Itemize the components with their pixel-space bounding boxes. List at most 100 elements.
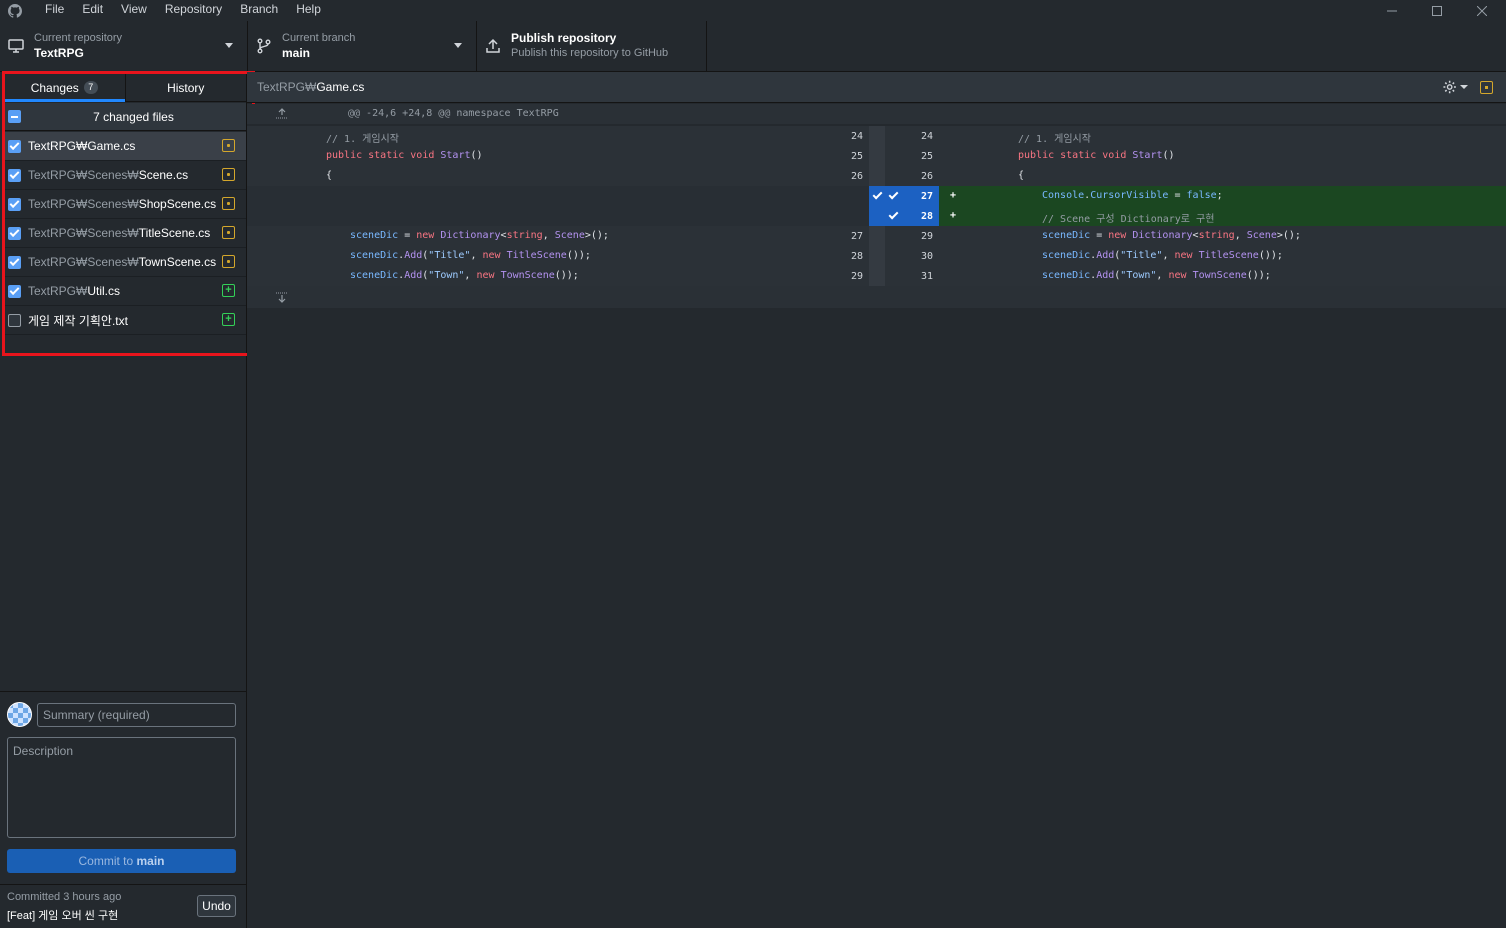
menu-bar: File Edit View Repository Branch Help — [0, 0, 1506, 21]
file-row[interactable]: TextRPG₩Scenes₩TownScene.cs — [4, 248, 246, 277]
code-token: new — [482, 250, 507, 261]
minimize-button[interactable] — [1369, 0, 1415, 21]
code-token: , — [1156, 270, 1169, 281]
code-token: ()); — [1258, 250, 1283, 261]
diff-file-dir: TextRPG₩ — [257, 80, 317, 94]
select-all-checkbox[interactable] — [8, 110, 21, 123]
line-select-strip[interactable] — [869, 146, 885, 166]
diff-line[interactable]: sceneDic.Add("Town", new TownScene()); 29… — [247, 266, 1506, 286]
code-token: TitleScene — [1198, 250, 1259, 261]
file-row[interactable]: TextRPG₩Scenes₩TitleScene.cs — [4, 219, 246, 248]
code-token: = — [1090, 230, 1109, 241]
code-token: "Title" — [428, 250, 471, 261]
undo-button[interactable]: Undo — [197, 895, 236, 917]
menu-repository[interactable]: Repository — [156, 0, 231, 21]
last-commit-message: [Feat] 게임 오버 씬 구현 — [7, 910, 119, 922]
code-token: // Scene 구성 Dictionary로 구현 — [1042, 214, 1215, 225]
menu-edit[interactable]: Edit — [73, 0, 112, 21]
file-checkbox[interactable] — [8, 168, 21, 182]
code-token: public static void — [1018, 150, 1133, 161]
file-row[interactable]: TextRPG₩Scenes₩Scene.cs — [4, 161, 246, 190]
menu-branch[interactable]: Branch — [231, 0, 287, 21]
line-select-strip[interactable] — [869, 166, 885, 186]
branch-label: Current branch — [282, 32, 356, 44]
chevron-down-icon — [225, 43, 233, 48]
code-token: sceneDic — [1042, 270, 1091, 281]
hunk-header: @@ -24,6 +24,8 @@ namespace TextRPG — [247, 104, 1506, 124]
menu-file[interactable]: File — [36, 0, 73, 21]
code-token: new — [1174, 250, 1199, 261]
code-token: Start — [1132, 150, 1163, 161]
code-token: string — [1198, 230, 1235, 241]
file-row[interactable]: TextRPG₩Game.cs — [4, 132, 246, 161]
file-checkbox[interactable] — [8, 313, 21, 327]
file-path: TextRPG₩Scenes₩Scene.cs — [28, 168, 188, 182]
line-select-strip[interactable] — [869, 246, 885, 266]
code-token: sceneDic — [350, 270, 399, 281]
code-token: = — [398, 230, 417, 241]
github-logo-icon — [8, 3, 22, 18]
old-line-number: 29 — [850, 271, 863, 282]
tab-changes[interactable]: Changes 7 — [4, 74, 125, 102]
file-modified-icon — [222, 168, 235, 181]
expand-down-icon[interactable] — [275, 291, 289, 303]
line-select-strip[interactable] — [869, 126, 885, 146]
file-checkbox[interactable] — [8, 284, 21, 298]
line-select-strip[interactable] — [869, 266, 885, 286]
modified-status-icon — [1480, 81, 1493, 94]
code-token: "Title" — [1120, 250, 1163, 261]
file-path: 게임 제작 기획안.txt — [28, 312, 128, 329]
file-checkbox[interactable] — [8, 226, 21, 240]
old-line-number: 25 — [850, 151, 863, 162]
expand-up-icon[interactable] — [275, 108, 289, 120]
publish-repository-button[interactable]: Publish repository Publish this reposito… — [477, 21, 707, 71]
file-checkbox[interactable] — [8, 197, 21, 211]
code-token: new — [1108, 230, 1133, 241]
code-token: CursorVisible — [1090, 190, 1169, 201]
diff-header: TextRPG₩Game.cs — [247, 72, 1506, 103]
diff-line[interactable]: // 1. 게임시작 24 24 // 1. 게임시작 — [247, 126, 1506, 146]
code-token: Scene — [1246, 230, 1277, 241]
current-branch-dropdown[interactable]: Current branch main — [248, 21, 477, 71]
code-token: , — [1162, 250, 1175, 261]
last-commit-panel: Committed 3 hours ago [Feat] 게임 오버 씬 구현 … — [0, 884, 246, 928]
code-token: , — [470, 250, 483, 261]
menu-view[interactable]: View — [112, 0, 156, 21]
code-token: Dictionary — [1132, 230, 1193, 241]
new-line-number: 24 — [920, 131, 933, 142]
summary-input[interactable] — [37, 703, 236, 727]
file-modified-icon — [222, 197, 235, 210]
file-row[interactable]: TextRPG₩Scenes₩ShopScene.cs — [4, 190, 246, 219]
diff-line[interactable]: {26 26 { — [247, 166, 1506, 186]
code-token: Scene — [554, 230, 585, 241]
code-token: sceneDic — [350, 230, 399, 241]
description-input[interactable] — [7, 737, 236, 838]
code-token: { — [1018, 170, 1025, 181]
line-select-strip[interactable] — [869, 226, 885, 246]
file-checkbox[interactable] — [8, 139, 21, 153]
file-row[interactable]: TextRPG₩Util.cs + — [4, 277, 246, 306]
diff-line-added[interactable]: 27 + Console.CursorVisible = false; — [247, 186, 1506, 206]
old-line-gutter — [813, 186, 869, 206]
line-select-strip[interactable] — [869, 206, 885, 226]
file-added-icon: + — [222, 284, 235, 297]
diff-line[interactable]: sceneDic.Add("Title", new TitleScene());… — [247, 246, 1506, 266]
code-token: = — [1168, 190, 1187, 201]
menu-help[interactable]: Help — [287, 0, 330, 21]
file-checkbox[interactable] — [8, 255, 21, 269]
commit-button-branch: main — [136, 854, 165, 868]
close-button[interactable] — [1459, 0, 1505, 21]
diff-line[interactable]: public static void Start() 25 25 public sta… — [247, 146, 1506, 166]
tab-history-label: History — [167, 80, 205, 95]
current-repository-dropdown[interactable]: Current repository TextRPG — [0, 21, 248, 71]
diff-line[interactable]: sceneDic = new Dictionary<string, Scene>… — [247, 226, 1506, 246]
commit-button[interactable]: Commit to main — [7, 849, 236, 873]
diff-right-side — [939, 166, 1506, 186]
diff-options-button[interactable] — [1442, 78, 1468, 96]
maximize-button[interactable] — [1414, 0, 1460, 21]
new-line-number: 31 — [920, 271, 933, 282]
diff-line-added[interactable]: 28 + // Scene 구성 Dictionary로 구현 — [247, 206, 1506, 226]
changes-count-badge: 7 — [83, 81, 98, 94]
file-row[interactable]: 게임 제작 기획안.txt + — [4, 306, 246, 335]
tab-history[interactable]: History — [124, 74, 247, 101]
